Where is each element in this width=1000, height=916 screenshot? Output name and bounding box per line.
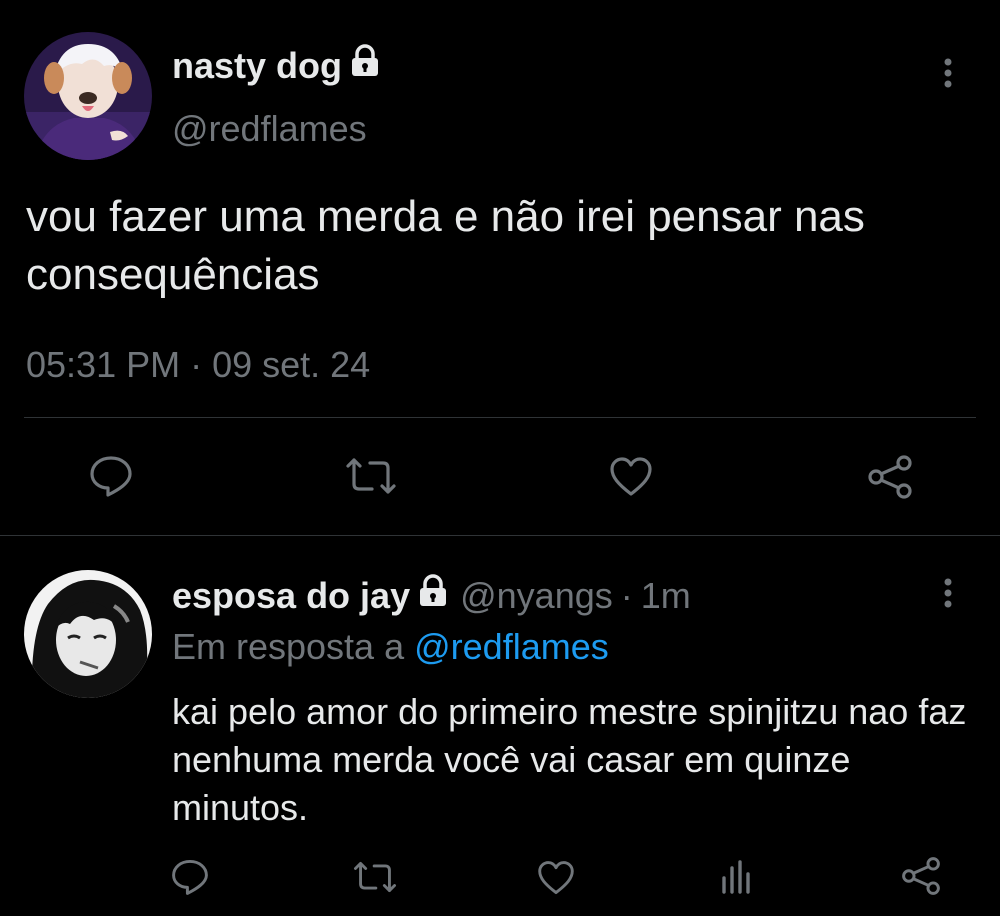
main-tweet: nasty dog @redflames vou fazer uma merda… <box>0 0 1000 535</box>
avatar[interactable] <box>24 32 152 160</box>
reply-icon[interactable] <box>88 454 134 503</box>
share-icon[interactable] <box>866 454 914 505</box>
more-options-icon[interactable] <box>942 58 954 93</box>
tweet-separator <box>0 535 1000 536</box>
reply-header: esposa do jay @nyangs · 1m <box>172 574 691 617</box>
reply-time[interactable]: 1m <box>641 575 691 617</box>
retweet-icon[interactable] <box>352 860 398 899</box>
handle[interactable]: @redflames <box>172 108 367 150</box>
tweet-timestamp[interactable]: 05:31 PM · 09 set. 24 <box>26 344 370 386</box>
reply-icon[interactable] <box>170 858 210 901</box>
divider <box>24 417 976 418</box>
like-icon[interactable] <box>536 860 576 901</box>
tweet-thread: nasty dog @redflames vou fazer uma merda… <box>0 0 1000 916</box>
display-name-text[interactable]: nasty dog <box>172 45 342 87</box>
reply-avatar[interactable] <box>24 570 152 698</box>
tweet-text: vou fazer uma merda e não irei pensar na… <box>26 192 865 299</box>
reply-handle[interactable]: @nyangs <box>460 575 613 617</box>
reply-context-mention[interactable]: @redflames <box>414 626 609 667</box>
display-name[interactable]: nasty dog <box>172 44 382 87</box>
reply-display-name[interactable]: esposa do jay <box>172 575 410 617</box>
reply-context-prefix: Em resposta a <box>172 626 405 667</box>
more-options-icon[interactable] <box>942 578 954 613</box>
like-icon[interactable] <box>608 456 654 503</box>
analytics-icon[interactable] <box>720 858 754 901</box>
retweet-icon[interactable] <box>344 456 398 501</box>
avatar-image <box>24 32 152 160</box>
separator-dot: · <box>620 574 633 616</box>
reply-text: kai pelo amor do primeiro mestre spinjit… <box>172 691 967 828</box>
lock-icon <box>416 574 450 617</box>
lock-icon <box>348 44 382 87</box>
avatar-image <box>24 570 152 698</box>
reply-context: Em resposta a @redflames <box>172 626 609 668</box>
share-icon[interactable] <box>900 856 942 901</box>
